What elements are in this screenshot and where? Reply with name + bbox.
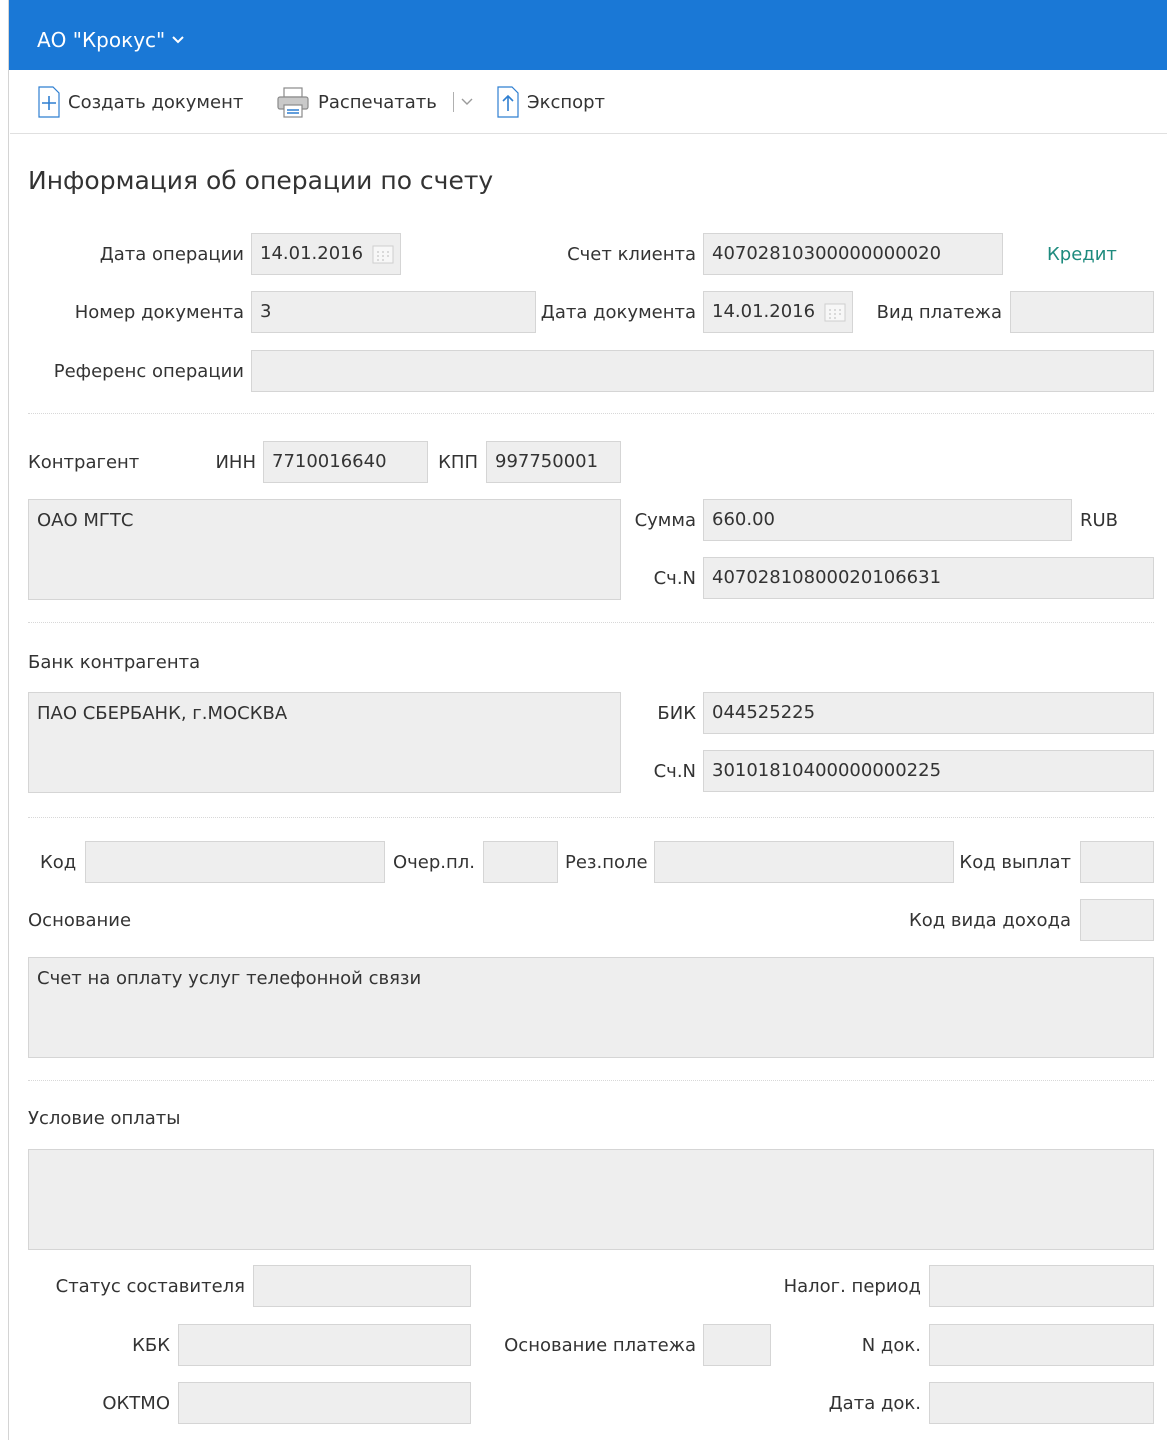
tax-period-field[interactable] — [929, 1265, 1154, 1307]
kbk-label: КБК — [132, 1335, 170, 1356]
section-divider — [28, 1080, 1154, 1081]
counterparty-bank-label: Банк контрагента — [28, 652, 201, 673]
document-date-value: 14.01.2016 — [712, 301, 816, 322]
section-divider — [28, 413, 1154, 414]
payment-queue-label: Очер.пл. — [393, 852, 476, 873]
operation-date-field[interactable]: 14.01.2016 — [251, 233, 401, 275]
inn-label: ИНН — [215, 452, 256, 473]
section-divider — [28, 817, 1154, 818]
code-label: Код — [40, 852, 77, 873]
tax-doc-date-label: Дата док. — [828, 1393, 921, 1414]
client-account-label: Счет клиента — [567, 244, 696, 265]
calendar-icon[interactable] — [372, 244, 394, 264]
document-date-label: Дата документа — [540, 302, 696, 323]
amount-field[interactable]: 660.00 — [703, 499, 1072, 541]
section-divider — [28, 622, 1154, 623]
print-button[interactable]: Распечатать — [276, 84, 437, 120]
export-icon — [497, 86, 519, 118]
inn-field[interactable]: 7710016640 — [263, 441, 428, 483]
create-document-label: Создать документ — [68, 91, 244, 113]
bik-field[interactable]: 044525225 — [703, 692, 1154, 734]
document-number-label: Номер документа — [74, 302, 244, 323]
payment-basis-label: Основание платежа — [504, 1335, 696, 1356]
operation-date-label: Дата операции — [99, 244, 244, 265]
payment-terms-label: Условие оплаты — [28, 1108, 181, 1129]
basis-label: Основание — [28, 910, 132, 931]
payment-type-label: Вид платежа — [876, 302, 1002, 323]
oktmo-label: ОКТМО — [102, 1393, 170, 1414]
currency-label: RUB — [1080, 510, 1119, 531]
client-account-field[interactable]: 40702810300000000020 — [703, 233, 1003, 275]
oktmo-field[interactable] — [178, 1382, 471, 1424]
code-field[interactable] — [85, 841, 385, 883]
tax-doc-date-field[interactable] — [929, 1382, 1154, 1424]
print-label: Распечатать — [318, 91, 437, 113]
document-number-field[interactable]: 3 — [251, 291, 536, 333]
calendar-icon[interactable] — [824, 302, 846, 322]
export-label: Экспорт — [527, 91, 606, 113]
counterparty-label: Контрагент — [28, 452, 140, 473]
tax-period-label: Налог. период — [783, 1276, 921, 1297]
operation-reference-label: Референс операции — [53, 361, 244, 382]
app-header: АО "Крокус" — [9, 0, 1167, 70]
bik-label: БИК — [657, 703, 696, 724]
payment-queue-field[interactable] — [483, 841, 558, 883]
document-date-field[interactable]: 14.01.2016 — [703, 291, 853, 333]
company-name: АО "Крокус" — [37, 28, 166, 52]
bank-account-field[interactable]: 30101810400000000225 — [703, 750, 1154, 792]
printer-icon — [277, 87, 309, 118]
income-code-field[interactable] — [1080, 899, 1154, 941]
payment-type-field[interactable] — [1010, 291, 1154, 333]
company-switcher[interactable]: АО "Крокус" — [37, 28, 185, 52]
compiler-status-label: Статус составителя — [55, 1276, 245, 1297]
counterparty-account-label: Сч.N — [653, 568, 696, 589]
counterparty-name-field[interactable]: ОАО МГТС — [28, 499, 621, 600]
payout-code-field[interactable] — [1080, 841, 1154, 883]
tax-doc-number-field[interactable] — [929, 1324, 1154, 1366]
window-left-edge — [0, 0, 9, 1440]
tax-doc-number-label: N док. — [861, 1335, 921, 1356]
income-code-label: Код вида дохода — [908, 910, 1071, 931]
toolbar: Создать документ Распечатать Экспорт — [10, 70, 1167, 134]
create-document-button[interactable]: Создать документ — [38, 84, 243, 120]
operation-date-value: 14.01.2016 — [260, 243, 364, 264]
bank-name-field[interactable]: ПАО СБЕРБАНК, г.МОСКВА — [28, 692, 621, 793]
new-document-icon — [38, 86, 60, 118]
payment-terms-field[interactable] — [28, 1149, 1154, 1250]
bank-account-label: Сч.N — [653, 761, 696, 782]
reserve-field-label: Рез.поле — [565, 852, 648, 873]
print-dropdown-chevron-icon[interactable] — [460, 92, 474, 112]
payout-code-label: Код выплат — [959, 852, 1071, 873]
basis-field[interactable]: Счет на оплату услуг телефонной связи — [28, 957, 1154, 1058]
export-button[interactable]: Экспорт — [497, 84, 605, 120]
chevron-down-icon — [172, 36, 184, 44]
operation-direction-link[interactable]: Кредит — [1047, 244, 1117, 265]
toolbar-separator — [453, 92, 454, 112]
compiler-status-field[interactable] — [253, 1265, 471, 1307]
page-title: Информация об операции по счету — [28, 166, 494, 195]
reserve-field[interactable] — [654, 841, 954, 883]
kpp-label: КПП — [438, 452, 478, 473]
operation-reference-field[interactable] — [251, 350, 1154, 392]
kbk-field[interactable] — [178, 1324, 471, 1366]
counterparty-account-field[interactable]: 40702810800020106631 — [703, 557, 1154, 599]
kpp-field[interactable]: 997750001 — [486, 441, 621, 483]
payment-basis-field[interactable] — [703, 1324, 771, 1366]
amount-label: Сумма — [634, 510, 696, 531]
